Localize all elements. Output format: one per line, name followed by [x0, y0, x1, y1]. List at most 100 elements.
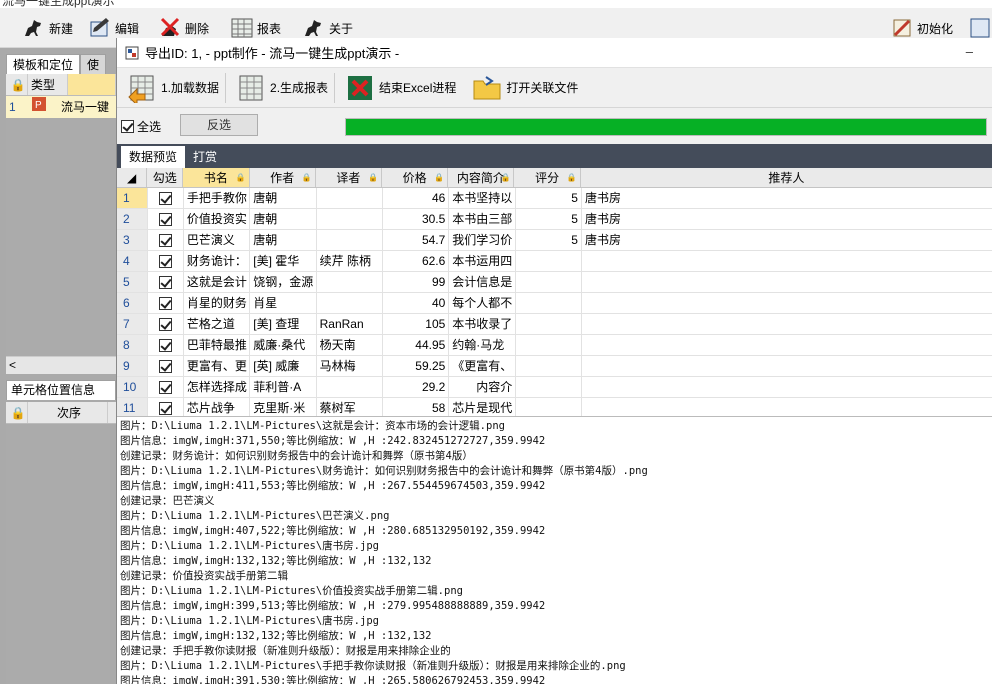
table-row[interactable]: 11 芯片战争 克里斯·米 蔡树军 58 芯片是现代 — [117, 398, 992, 416]
cell-translator — [317, 293, 383, 313]
row-checkbox-cell[interactable] — [148, 251, 184, 271]
log-line: 图片：D:\Liuma 1.2.1\LM-Pictures\财务诡计：如何识别财… — [120, 465, 648, 477]
cell-desc: 本书收录了 — [449, 314, 516, 334]
cell-author: 肖星 — [250, 293, 317, 313]
name-header[interactable] — [68, 74, 116, 95]
col-translator[interactable]: 译者 🔒 — [316, 168, 382, 187]
checkbox[interactable] — [158, 213, 172, 227]
cell-position-section[interactable]: 单元格位置信息 — [6, 380, 116, 400]
horizontal-scrollbar[interactable]: < — [6, 356, 116, 374]
select-all-label: 全选 — [137, 120, 162, 134]
table-row[interactable]: 10 怎样选择成 菲利普·A 29.2 内容介 — [117, 377, 992, 398]
row-checkbox-cell[interactable] — [148, 356, 184, 376]
col-author[interactable]: 作者 🔒 — [250, 168, 316, 187]
checkbox[interactable] — [158, 234, 172, 248]
table-icon — [231, 18, 253, 38]
row-checkbox-cell[interactable] — [148, 188, 184, 208]
invert-button[interactable]: 反选 — [180, 114, 258, 136]
row-number: 1 — [9, 100, 16, 114]
scroll-left-icon[interactable]: < — [9, 358, 16, 372]
log-line: 图片：D:\Liuma 1.2.1\LM-Pictures\巴芒演义.png — [120, 510, 390, 522]
generate-report-button[interactable]: 2.生成报表 — [236, 73, 328, 103]
tab-data-preview[interactable]: 数据预览 — [121, 146, 186, 168]
row-name: 流马一键 — [61, 100, 110, 114]
checkbox[interactable] — [158, 297, 172, 311]
new-button[interactable]: 新建 — [22, 14, 73, 42]
row-checkbox-cell[interactable] — [148, 335, 184, 355]
checkbox[interactable] — [158, 318, 172, 332]
table-row[interactable]: 8 巴菲特最推 威廉·桑代 杨天南 44.95 约翰·马龙 — [117, 335, 992, 356]
open-file-button[interactable]: 打开关联文件 — [472, 73, 578, 103]
tab-donate[interactable]: 打赏 — [185, 146, 225, 168]
lock-icon: 🔒 — [434, 173, 445, 182]
checkbox[interactable] — [158, 255, 172, 269]
edit-label: 编辑 — [115, 21, 140, 36]
minimize-button[interactable]: – — [966, 44, 973, 59]
row-checkbox-cell[interactable] — [148, 230, 184, 250]
log-line: 创建记录：巴芒演义 — [120, 495, 215, 507]
table-row[interactable]: 9 更富有、更 [英] 威廉 马林梅 59.25 《更富有、 — [117, 356, 992, 377]
cell-translator — [317, 377, 383, 397]
cell-desc: 每个人都不 — [449, 293, 516, 313]
kill-excel-label: 结束Excel进程 — [379, 81, 457, 95]
col-check[interactable]: 勾选 — [147, 168, 184, 187]
type-header[interactable]: 类型 — [28, 74, 68, 95]
row-checkbox-cell[interactable] — [148, 293, 184, 313]
horse-icon — [25, 20, 41, 36]
table-row[interactable]: 1 P 流马一键 — [6, 96, 116, 118]
cell-translator — [317, 188, 383, 208]
checkbox[interactable] — [158, 360, 172, 374]
checkbox[interactable] — [158, 339, 172, 353]
row-checkbox-cell[interactable] — [148, 398, 184, 416]
col-title[interactable]: 书名 🔒 — [183, 168, 250, 187]
table-row[interactable]: 6 肖星的财务 肖星 40 每个人都不 — [117, 293, 992, 314]
cell-price: 44.95 — [383, 335, 450, 355]
row-number: 1 — [117, 188, 148, 208]
row-checkbox-cell[interactable] — [148, 209, 184, 229]
kill-excel-button[interactable]: 结束Excel进程 — [345, 73, 456, 103]
checkbox[interactable] — [121, 120, 134, 133]
log-line: 创建记录：财务诡计：如何识别财务报告中的会计诡计和舞弊（原书第4版） — [120, 450, 473, 462]
cell-title: 财务诡计： — [184, 251, 251, 271]
checkbox[interactable] — [158, 402, 172, 416]
col-score[interactable]: 评分 🔒 — [514, 168, 581, 187]
table-row[interactable]: 5 这就是会计 饶钢，金源 99 会计信息是 — [117, 272, 992, 293]
row-checkbox-cell[interactable] — [148, 272, 184, 292]
progress-fill — [346, 119, 986, 135]
cell-recommender — [582, 335, 992, 355]
edit-icon — [90, 18, 109, 37]
col-desc[interactable]: 内容简介 🔒 — [448, 168, 515, 187]
table-row[interactable]: 3 巴芒演义 唐朝 54.7 我们学习价 5 唐书房 — [117, 230, 992, 251]
checkbox[interactable] — [158, 276, 172, 290]
cell-author: 克里斯·米 — [250, 398, 317, 416]
row-checkbox-cell[interactable] — [148, 377, 184, 397]
cell-recommender — [582, 272, 992, 292]
table-row[interactable]: 1 手把手教你 唐朝 46 本书坚持以 5 唐书房 — [117, 188, 992, 209]
col-title-label: 书名 — [203, 171, 228, 185]
table-row[interactable]: 7 芒格之道 [美] 查理 RanRan 105 本书收录了 — [117, 314, 992, 335]
init-icon — [893, 19, 911, 37]
cell-price: 99 — [383, 272, 450, 292]
col-price[interactable]: 价格 🔒 — [382, 168, 449, 187]
row-number: 9 — [117, 356, 148, 376]
cell-desc: 内容介 — [449, 377, 516, 397]
select-all-checkbox[interactable]: 全选 — [121, 118, 161, 135]
table-row[interactable]: 2 价值投资实 唐朝 30.5 本书由三部 5 唐书房 — [117, 209, 992, 230]
template-grid-header: 🔒 类型 — [6, 74, 116, 96]
cell-desc: 约翰·马龙 — [449, 335, 516, 355]
dialog-title: 导出ID: 1, - ppt制作 - 流马一键生成ppt演示 - — [145, 46, 400, 61]
tab-use[interactable]: 使 — [80, 54, 107, 74]
log-output[interactable]: 图片：D:\Liuma 1.2.1\LM-Pictures\这就是会计：资本市场… — [117, 416, 992, 684]
col-recommender[interactable]: 推荐人 — [581, 168, 992, 187]
cell-price: 59.25 — [383, 356, 450, 376]
load-data-button[interactable]: 1.加载数据 — [127, 73, 219, 103]
checkbox[interactable] — [158, 192, 172, 206]
tab-template[interactable]: 模板和定位 — [6, 54, 81, 74]
checkbox[interactable] — [158, 381, 172, 395]
cell-recommender — [582, 356, 992, 376]
row-checkbox-cell[interactable] — [148, 314, 184, 334]
order-header[interactable]: 次序 — [28, 402, 108, 423]
table-row[interactable]: 4 财务诡计： [美] 霍华 续芹 陈柄 62.6 本书运用四 — [117, 251, 992, 272]
log-line: 图片信息：imgW,imgH:391,530;等比例缩放：W ,H :265.5… — [120, 675, 546, 684]
cell-score: 5 — [516, 230, 582, 250]
